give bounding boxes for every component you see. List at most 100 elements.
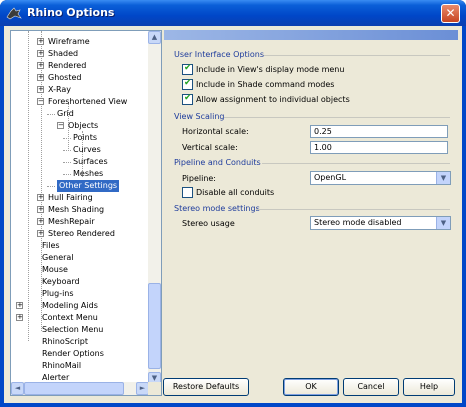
tree-guide-line <box>28 31 29 341</box>
horizontal-scale-label: Horizontal scale: <box>182 127 249 136</box>
tree-item[interactable]: RhinoScript <box>42 336 88 348</box>
window-frame-bottom <box>0 403 466 407</box>
ok-button[interactable]: OK <box>283 378 339 396</box>
tree-item[interactable]: Points <box>73 132 97 144</box>
tree-item[interactable]: Mesh Shading <box>48 204 104 216</box>
tree-item[interactable]: Wireframe <box>48 36 90 48</box>
tree-item[interactable]: Rendered <box>48 60 86 72</box>
expand-plus-icon[interactable]: + <box>37 194 44 201</box>
tree-horizontal-scrollbar[interactable]: ◄ ► <box>11 382 149 395</box>
check-mark-icon: ✔ <box>184 63 192 73</box>
options-window: Rhino Options ✕ + Wireframe + Shaded + Render… <box>0 0 466 407</box>
tree-item[interactable]: Files <box>42 240 60 252</box>
collapse-minus-icon[interactable]: − <box>37 98 44 105</box>
tree-vertical-scrollbar[interactable]: ▲ ▼ <box>148 31 161 385</box>
chevron-down-icon[interactable]: ▼ <box>436 217 450 229</box>
expand-plus-icon[interactable]: + <box>37 230 44 237</box>
tree-item[interactable]: Context Menu <box>42 312 98 324</box>
checkbox-display-mode-menu[interactable]: ✔ <box>182 63 193 75</box>
expand-plus-icon[interactable]: + <box>37 62 44 69</box>
tree-item[interactable]: Render Options <box>42 348 104 360</box>
window-frame-right <box>462 26 466 407</box>
section-divider <box>262 163 450 164</box>
tree-item[interactable]: Grid <box>57 108 74 120</box>
expand-plus-icon[interactable]: + <box>37 74 44 81</box>
expand-plus-icon[interactable]: + <box>37 50 44 57</box>
scroll-left-button[interactable]: ◄ <box>11 382 24 395</box>
vertical-scale-input[interactable]: 1.00 <box>310 141 448 154</box>
section-pipeline: Pipeline and Conduits <box>174 158 261 167</box>
tree-guide-line <box>63 162 71 163</box>
tree-item[interactable]: Surfaces <box>73 156 108 168</box>
tree-guide-line <box>47 186 55 187</box>
horizontal-scale-input[interactable]: 0.25 <box>310 125 448 138</box>
title-bar[interactable]: Rhino Options ✕ <box>0 0 466 26</box>
chevron-down-icon[interactable]: ▼ <box>436 172 450 184</box>
expand-plus-icon[interactable]: + <box>37 86 44 93</box>
stereo-usage-select[interactable]: Stereo mode disabled ▼ <box>310 216 451 230</box>
label-shade-command[interactable]: Include in Shade command modes <box>196 80 334 89</box>
hscroll-thumb[interactable] <box>24 382 124 395</box>
label-disable-conduits[interactable]: Disable all conduits <box>196 188 274 197</box>
tree-item[interactable]: RhinoMail <box>42 360 81 372</box>
tree-item[interactable]: Objects <box>68 120 98 132</box>
tree-guide-line <box>47 114 55 115</box>
panel-header-bar <box>164 30 458 40</box>
settings-panel: User Interface Options ✔ Include in View… <box>164 30 460 396</box>
section-view-scaling: View Scaling <box>174 112 225 121</box>
tree-item[interactable]: Shaded <box>48 48 78 60</box>
scroll-thumb[interactable] <box>148 283 161 369</box>
tree-guide-line <box>63 174 71 175</box>
tree-item[interactable]: Plug-ins <box>42 288 74 300</box>
pipeline-select-value: OpenGL <box>314 173 347 182</box>
vertical-scale-label: Vertical scale: <box>182 143 238 152</box>
rhino-logo-icon <box>6 7 22 20</box>
tree-item[interactable]: Ghosted <box>48 72 81 84</box>
check-mark-icon: ✔ <box>184 93 192 103</box>
label-display-mode-menu[interactable]: Include in View's display mode menu <box>196 65 344 74</box>
checkbox-shade-command[interactable]: ✔ <box>182 78 193 90</box>
cancel-button[interactable]: Cancel <box>343 378 399 396</box>
stereo-usage-value: Stereo mode disabled <box>314 218 402 227</box>
tree-item[interactable]: Curves <box>73 144 101 156</box>
tree-item[interactable]: General <box>42 252 74 264</box>
checkbox-individual-objects[interactable]: ✔ <box>182 93 193 105</box>
section-divider <box>264 55 450 56</box>
expand-plus-icon[interactable]: + <box>37 218 44 225</box>
expand-plus-icon[interactable]: + <box>37 206 44 213</box>
tree-guide-line <box>63 138 71 139</box>
expand-plus-icon[interactable]: + <box>16 302 23 309</box>
section-divider <box>256 209 450 210</box>
tree-item[interactable]: Hull Fairing <box>48 192 93 204</box>
help-button[interactable]: Help <box>403 378 455 396</box>
pipeline-label: Pipeline: <box>182 174 217 183</box>
stereo-usage-label: Stereo usage <box>182 219 235 228</box>
tree-item[interactable]: Foreshortened View <box>48 96 127 108</box>
label-individual-objects[interactable]: Allow assignment to individual objects <box>196 95 350 104</box>
scroll-up-button[interactable]: ▲ <box>148 31 161 44</box>
expand-plus-icon[interactable]: + <box>37 38 44 45</box>
section-stereo: Stereo mode settings <box>174 204 260 213</box>
tree-item[interactable]: Modeling Aids <box>42 300 98 312</box>
pipeline-select[interactable]: OpenGL ▼ <box>310 171 451 185</box>
close-button[interactable]: ✕ <box>441 4 460 23</box>
collapse-minus-icon[interactable]: − <box>57 122 64 129</box>
tree-item[interactable]: MeshRepair <box>48 216 95 228</box>
options-tree[interactable]: + Wireframe + Shaded + Rendered + Ghosted + X-Ray… <box>10 30 162 396</box>
checkbox-disable-conduits[interactable] <box>182 187 193 198</box>
tree-content: + Wireframe + Shaded + Rendered + Ghosted + X-Ray… <box>11 31 149 385</box>
tree-item[interactable]: X-Ray <box>48 84 71 96</box>
dialog-client: + Wireframe + Shaded + Rendered + Ghosted + X-Ray… <box>4 26 462 403</box>
restore-defaults-button[interactable]: Restore Defaults <box>163 378 249 396</box>
tree-item[interactable]: Keyboard <box>42 276 80 288</box>
tree-item[interactable]: Selection Menu <box>42 324 103 336</box>
window-title: Rhino Options <box>27 6 115 19</box>
tree-item[interactable]: Other Settings <box>57 180 120 192</box>
scroll-corner <box>148 382 161 395</box>
tree-item[interactable]: Mouse <box>42 264 68 276</box>
tree-guide-line <box>63 150 71 151</box>
tree-item[interactable]: Meshes <box>73 168 103 180</box>
section-ui-options: User Interface Options <box>174 50 265 59</box>
tree-item[interactable]: Stereo Rendered <box>48 228 115 240</box>
expand-plus-icon[interactable]: + <box>16 314 23 321</box>
